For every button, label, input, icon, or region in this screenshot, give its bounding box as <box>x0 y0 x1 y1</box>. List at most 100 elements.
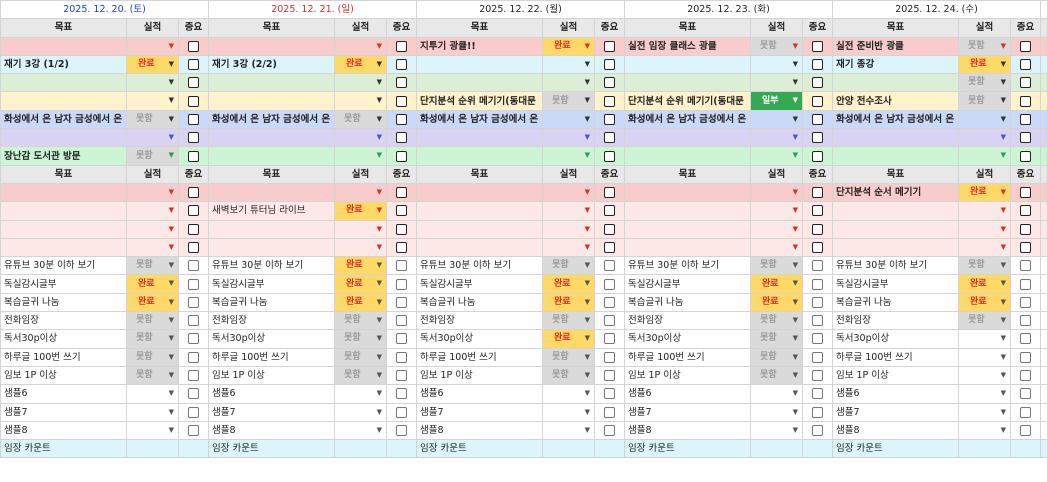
goal-cell[interactable] <box>832 201 959 221</box>
important-checkbox[interactable] <box>812 370 823 382</box>
status-dropdown[interactable]: ▼ <box>334 91 387 111</box>
important-checkbox[interactable] <box>396 77 407 89</box>
important-checkbox[interactable] <box>188 40 199 52</box>
goal-cell[interactable]: 장난감 도서관 방문 <box>0 146 127 166</box>
status-dropdown[interactable]: 완료 ▼ <box>958 292 1011 313</box>
important-checkbox[interactable] <box>396 315 407 327</box>
goal-cell[interactable]: 샘플6 <box>0 384 127 404</box>
goal-cell[interactable]: 실전 임장 클래스 광클 <box>624 36 751 56</box>
goal-cell[interactable]: 복습글귀 나눔 <box>624 292 751 313</box>
status-dropdown[interactable]: 완료 ▼ <box>334 292 387 313</box>
goal-cell[interactable] <box>416 201 543 221</box>
goal-cell[interactable]: 독실감시글부 <box>832 274 959 294</box>
status-dropdown[interactable]: ▼ <box>334 73 387 93</box>
important-checkbox[interactable] <box>1020 113 1031 125</box>
important-checkbox[interactable] <box>812 388 823 400</box>
status-dropdown[interactable]: ▼ <box>750 182 803 203</box>
important-checkbox[interactable] <box>188 296 199 308</box>
important-checkbox[interactable] <box>812 205 823 217</box>
goal-cell[interactable]: 유튜브 30분 이하 보기 <box>624 256 751 276</box>
goal-cell[interactable] <box>624 146 751 166</box>
important-checkbox[interactable] <box>604 333 615 345</box>
goal-cell[interactable]: 유튜브 30분 이하 보기 <box>208 256 335 276</box>
status-dropdown[interactable]: 못함 ▼ <box>126 109 179 130</box>
important-checkbox[interactable] <box>604 132 615 144</box>
important-checkbox[interactable] <box>812 315 823 327</box>
status-dropdown[interactable]: ▼ <box>126 73 179 93</box>
important-checkbox[interactable] <box>396 40 407 52</box>
status-dropdown[interactable]: ▼ <box>750 146 803 166</box>
important-checkbox[interactable] <box>396 260 407 272</box>
important-checkbox[interactable] <box>396 223 407 235</box>
status-dropdown[interactable]: 못함 ▼ <box>958 256 1011 276</box>
status-dropdown[interactable]: 못함 ▼ <box>126 365 179 386</box>
important-checkbox[interactable] <box>188 132 199 144</box>
goal-cell[interactable] <box>208 182 335 203</box>
status-dropdown[interactable]: 일부 ▼ <box>750 91 803 111</box>
status-dropdown[interactable]: 못함 ▼ <box>334 109 387 130</box>
status-dropdown[interactable]: ▼ <box>750 420 803 441</box>
important-checkbox[interactable] <box>604 77 615 89</box>
important-checkbox[interactable] <box>1020 187 1031 199</box>
status-dropdown[interactable]: 못함 ▼ <box>750 329 803 349</box>
status-dropdown[interactable]: ▼ <box>542 128 595 148</box>
important-checkbox[interactable] <box>812 150 823 162</box>
status-dropdown[interactable]: ▼ <box>542 420 595 441</box>
important-checkbox[interactable] <box>1020 278 1031 290</box>
important-checkbox[interactable] <box>1020 132 1031 144</box>
goal-cell[interactable]: 화성에서 온 남자 금성에서 온 <box>0 109 127 130</box>
important-checkbox[interactable] <box>188 315 199 327</box>
goal-cell[interactable]: 유튜브 30분 이하 보기 <box>832 256 959 276</box>
status-dropdown[interactable]: ▼ <box>750 201 803 221</box>
goal-cell[interactable] <box>208 146 335 166</box>
goal-cell[interactable]: 샘플8 <box>208 420 335 441</box>
goal-cell[interactable]: 독실감시글부 <box>0 274 127 294</box>
goal-cell[interactable] <box>624 182 751 203</box>
status-dropdown[interactable]: ▼ <box>958 128 1011 148</box>
goal-cell[interactable] <box>624 54 751 75</box>
goal-cell[interactable]: 전화임장 <box>0 311 127 331</box>
goal-cell[interactable] <box>624 237 751 258</box>
important-checkbox[interactable] <box>188 424 199 436</box>
status-dropdown[interactable]: ▼ <box>542 109 595 130</box>
status-dropdown[interactable]: ▼ <box>126 219 179 239</box>
status-dropdown[interactable]: ▼ <box>334 36 387 56</box>
important-checkbox[interactable] <box>1020 370 1031 382</box>
status-dropdown[interactable]: 못함 ▼ <box>750 256 803 276</box>
status-dropdown[interactable]: ▼ <box>334 219 387 239</box>
status-dropdown[interactable]: 못함 ▼ <box>750 311 803 331</box>
important-checkbox[interactable] <box>1020 333 1031 345</box>
status-dropdown[interactable]: ▼ <box>750 128 803 148</box>
goal-cell[interactable] <box>832 237 959 258</box>
goal-cell[interactable] <box>832 219 959 239</box>
goal-cell[interactable]: 화성에서 온 남자 금성에서 온 <box>624 109 751 130</box>
important-checkbox[interactable] <box>396 59 407 71</box>
status-dropdown[interactable]: 완료 ▼ <box>334 256 387 276</box>
important-checkbox[interactable] <box>604 95 615 107</box>
goal-cell[interactable]: 하루글 100번 쓰기 <box>832 347 959 367</box>
important-checkbox[interactable] <box>812 40 823 52</box>
status-dropdown[interactable]: ▼ <box>126 91 179 111</box>
goal-cell[interactable]: 샘플8 <box>832 420 959 441</box>
important-checkbox[interactable] <box>604 351 615 363</box>
important-checkbox[interactable] <box>812 406 823 418</box>
goal-cell[interactable] <box>0 91 127 111</box>
important-checkbox[interactable] <box>188 370 199 382</box>
goal-cell[interactable] <box>0 36 127 56</box>
goal-cell[interactable]: 지투기 광클!! <box>416 36 543 56</box>
goal-cell[interactable]: 전화임장 <box>832 311 959 331</box>
important-checkbox[interactable] <box>1020 424 1031 436</box>
goal-cell[interactable]: 샘플7 <box>208 402 335 422</box>
status-dropdown[interactable]: 완료 ▼ <box>750 274 803 294</box>
status-dropdown[interactable]: 못함 ▼ <box>126 311 179 331</box>
status-dropdown[interactable]: ▼ <box>542 54 595 75</box>
important-checkbox[interactable] <box>396 187 407 199</box>
goal-cell[interactable]: 샘플8 <box>624 420 751 441</box>
status-dropdown[interactable]: 완료 ▼ <box>334 201 387 221</box>
important-checkbox[interactable] <box>604 205 615 217</box>
status-dropdown[interactable]: ▼ <box>958 146 1011 166</box>
goal-cell[interactable]: 샘플6 <box>208 384 335 404</box>
status-dropdown[interactable]: ▼ <box>958 402 1011 422</box>
important-checkbox[interactable] <box>812 351 823 363</box>
status-dropdown[interactable]: 완료 ▼ <box>958 182 1011 203</box>
